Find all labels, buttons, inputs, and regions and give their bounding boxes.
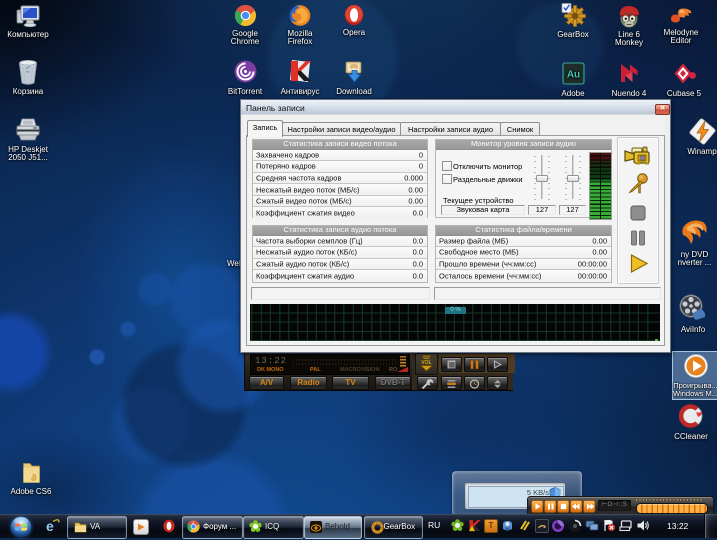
svg-text:Au: Au <box>566 70 579 81</box>
svg-text:VOL: VOL <box>421 360 431 366</box>
